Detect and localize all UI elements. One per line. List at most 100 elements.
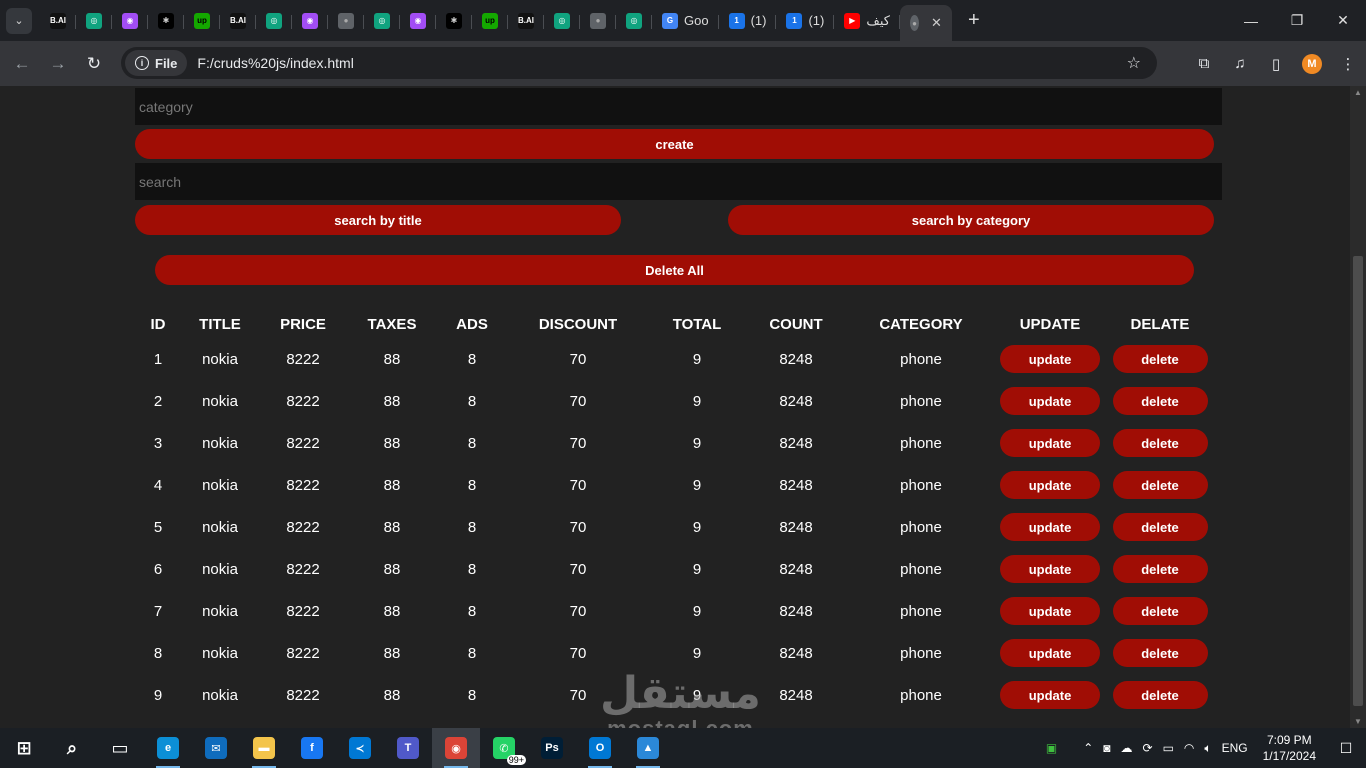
update-button[interactable]: update bbox=[1000, 513, 1100, 541]
cell-title: nokia bbox=[202, 392, 238, 410]
browser-tab[interactable]: 1 (1) bbox=[776, 6, 835, 36]
side-panel-icon[interactable]: ▯ bbox=[1258, 46, 1294, 82]
update-icon[interactable]: ⟳ bbox=[1138, 741, 1158, 755]
clock-date: 1/17/2024 bbox=[1262, 749, 1316, 763]
update-button[interactable]: update bbox=[1000, 387, 1100, 415]
taskbar-app[interactable]: e bbox=[144, 728, 192, 768]
browser-tab[interactable]: B.AI bbox=[220, 6, 256, 36]
taskbar-app[interactable]: ≺ bbox=[336, 728, 384, 768]
browser-tab[interactable]: B.AI bbox=[508, 6, 544, 36]
page-scrollbar[interactable]: ▲ ▼ bbox=[1350, 86, 1366, 728]
reload-button[interactable]: ↻ bbox=[76, 46, 112, 82]
browser-tab[interactable]: ◎ bbox=[76, 6, 112, 36]
browser-tab[interactable]: ✱ bbox=[436, 6, 472, 36]
battery-icon[interactable]: ▭ bbox=[1158, 741, 1179, 755]
address-bar[interactable]: i File F:/cruds%20js/index.html ☆ bbox=[121, 47, 1157, 79]
search-input[interactable] bbox=[135, 163, 1222, 200]
browser-tab[interactable]: ▶ كيف bbox=[834, 6, 900, 36]
globe-icon: ● bbox=[338, 12, 354, 29]
tab-search-button[interactable]: ⌄ bbox=[6, 7, 32, 34]
browser-tab[interactable]: ◎ bbox=[544, 6, 580, 36]
browser-tab[interactable]: ◎ bbox=[364, 6, 400, 36]
update-button[interactable]: update bbox=[1000, 597, 1100, 625]
chevron-up-icon[interactable]: ⌃ bbox=[1078, 741, 1098, 755]
delete-button[interactable]: delete bbox=[1112, 429, 1208, 457]
wifi-icon[interactable]: ◠ bbox=[1179, 741, 1199, 755]
taskbar-app[interactable]: ◉ bbox=[432, 728, 480, 768]
camera-icon[interactable]: ◙ bbox=[1098, 741, 1115, 755]
search-by-category-button[interactable]: search by category bbox=[728, 205, 1214, 235]
browser-tab[interactable]: up bbox=[184, 6, 220, 36]
search-by-title-button[interactable]: search by title bbox=[135, 205, 621, 235]
taskbar-app[interactable]: ✉ bbox=[192, 728, 240, 768]
update-button[interactable]: update bbox=[1000, 681, 1100, 709]
delete-button[interactable]: delete bbox=[1112, 597, 1208, 625]
cloud-icon[interactable]: ☁ bbox=[1116, 741, 1138, 755]
media-control-icon[interactable]: ♫ bbox=[1222, 46, 1258, 82]
taskbar-app[interactable]: O bbox=[576, 728, 624, 768]
robot-icon: ◉ bbox=[302, 12, 318, 29]
delete-button[interactable]: delete bbox=[1112, 639, 1208, 667]
taskbar-app[interactable]: ▭ bbox=[96, 728, 144, 768]
browser-tab[interactable]: ◎ bbox=[616, 6, 652, 36]
browser-tab[interactable]: ● bbox=[328, 6, 364, 36]
delete-all-button[interactable]: Delete All bbox=[155, 255, 1194, 285]
taskbar-app[interactable]: f bbox=[288, 728, 336, 768]
close-tab-icon[interactable]: ✕ bbox=[931, 15, 942, 31]
browser-tab[interactable]: 1 (1) bbox=[719, 6, 777, 36]
category-input[interactable] bbox=[135, 88, 1222, 125]
update-button[interactable]: update bbox=[1000, 345, 1100, 373]
browser-tab[interactable]: B.AI bbox=[40, 6, 76, 36]
browser-tab[interactable]: ◎ bbox=[256, 6, 292, 36]
notification-icon[interactable]: ☐ bbox=[1326, 740, 1366, 757]
cell-category: phone bbox=[900, 518, 942, 536]
browser-tab[interactable]: ✱ bbox=[148, 6, 184, 36]
bookmark-star-icon[interactable]: ☆ bbox=[1127, 53, 1141, 73]
update-button[interactable]: update bbox=[1000, 429, 1100, 457]
taskbar-app[interactable]: ▬ bbox=[240, 728, 288, 768]
active-tab[interactable]: ● ✕ bbox=[899, 5, 952, 41]
cell-taxes: 88 bbox=[383, 560, 401, 578]
browser-tab[interactable]: ◉ bbox=[292, 6, 328, 36]
delete-button[interactable]: delete bbox=[1112, 681, 1208, 709]
browser-tab[interactable]: ◉ bbox=[400, 6, 436, 36]
app-tray-icon[interactable]: ▣ bbox=[1041, 741, 1062, 755]
url-text[interactable]: F:/cruds%20js/index.html bbox=[197, 55, 353, 71]
create-button[interactable]: create bbox=[135, 129, 1214, 159]
delete-button[interactable]: delete bbox=[1112, 513, 1208, 541]
extensions-icon[interactable]: ⧉ bbox=[1186, 46, 1222, 82]
volume-icon[interactable]: 🔈︎ bbox=[1199, 741, 1216, 756]
forward-button[interactable]: → bbox=[40, 46, 76, 82]
taskbar-app[interactable]: ⊞ bbox=[0, 728, 48, 768]
taskbar-app[interactable]: T bbox=[384, 728, 432, 768]
browser-tab[interactable]: ● bbox=[580, 6, 616, 36]
minimize-button[interactable]: — bbox=[1228, 0, 1274, 41]
browser-tab[interactable]: up bbox=[472, 6, 508, 36]
menu-icon[interactable]: ⋮ bbox=[1330, 46, 1366, 82]
update-button[interactable]: update bbox=[1000, 471, 1100, 499]
update-button[interactable]: update bbox=[1000, 555, 1100, 583]
new-tab-button[interactable]: + bbox=[968, 9, 980, 32]
scroll-down-icon[interactable]: ▼ bbox=[1354, 717, 1362, 726]
scrollbar-thumb[interactable] bbox=[1353, 256, 1363, 706]
taskbar-app[interactable]: ▲ bbox=[624, 728, 672, 768]
clock[interactable]: 7:09 PM 1/17/2024 bbox=[1253, 732, 1326, 764]
taskbar-app[interactable]: ✆ 99+ bbox=[480, 728, 528, 768]
browser-tab[interactable]: ◉ bbox=[112, 6, 148, 36]
browser-tab[interactable]: G Goo bbox=[652, 6, 719, 36]
taskbar-app[interactable]: Ps bbox=[528, 728, 576, 768]
back-button[interactable]: ← bbox=[4, 46, 40, 82]
scroll-up-icon[interactable]: ▲ bbox=[1354, 88, 1362, 97]
delete-button[interactable]: delete bbox=[1112, 387, 1208, 415]
close-window-button[interactable]: ✕ bbox=[1320, 0, 1366, 41]
delete-button[interactable]: delete bbox=[1112, 471, 1208, 499]
profile-button[interactable]: M bbox=[1294, 46, 1330, 82]
update-button[interactable]: update bbox=[1000, 639, 1100, 667]
maximize-button[interactable]: ❐ bbox=[1274, 0, 1320, 41]
delete-button[interactable]: delete bbox=[1112, 555, 1208, 583]
delete-button[interactable]: delete bbox=[1112, 345, 1208, 373]
cell-discount: 70 bbox=[569, 392, 587, 410]
site-info-chip[interactable]: i File bbox=[125, 50, 188, 76]
language-indicator[interactable]: ENG bbox=[1217, 741, 1253, 755]
taskbar-app[interactable]: ⌕ bbox=[48, 728, 96, 768]
